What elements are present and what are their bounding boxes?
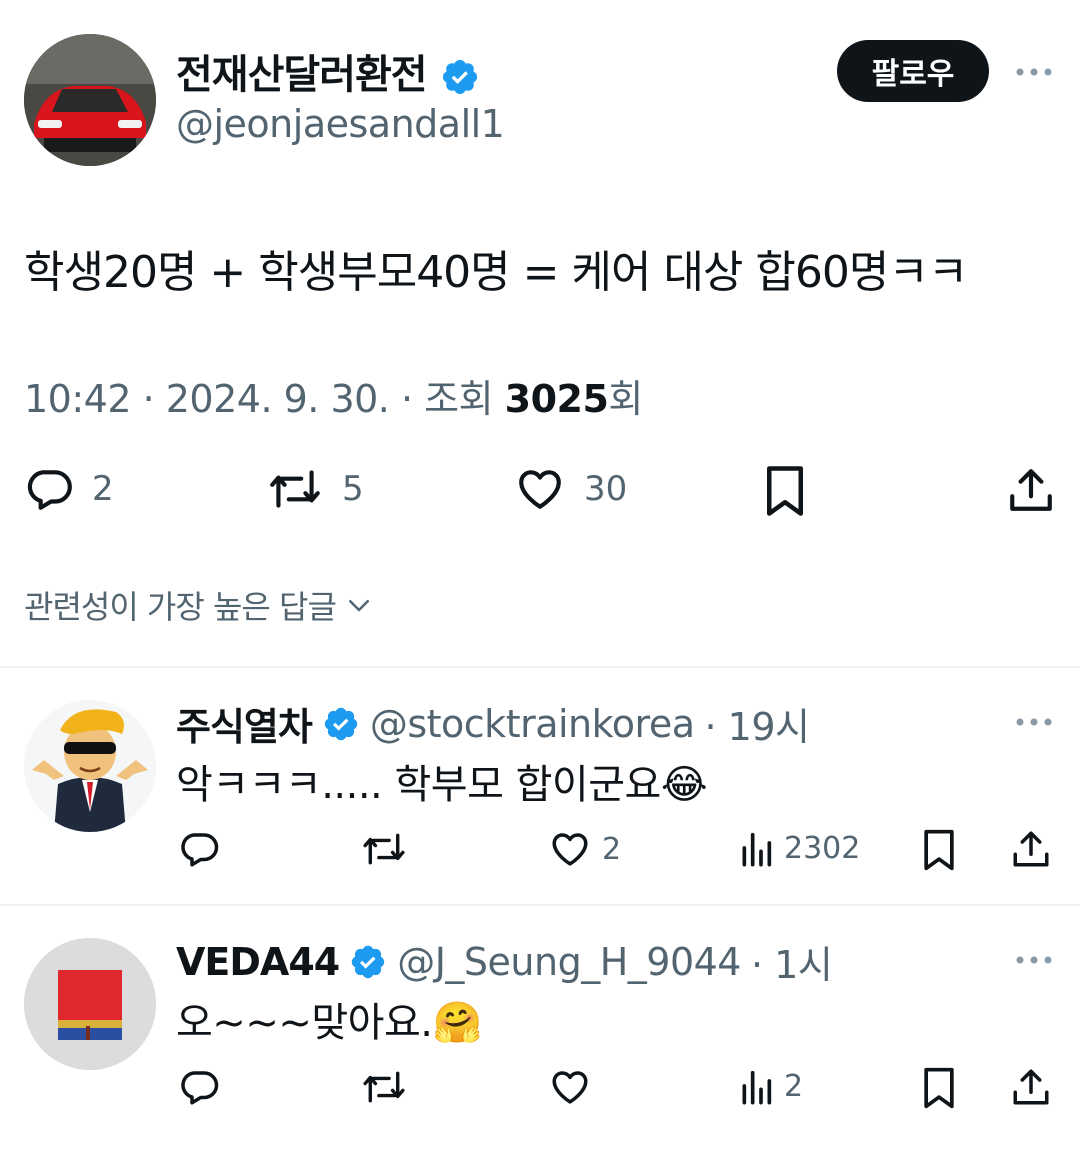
view-count: 3025 — [504, 377, 609, 421]
retweet-icon — [360, 828, 408, 870]
reply-header: 주식열차 @stocktrainkorea · 19시 — [176, 696, 810, 751]
author-name[interactable]: 전재산달러환전 — [176, 52, 428, 98]
retweet-action[interactable]: 5 — [266, 464, 364, 514]
reply-text: 악ㅋㅋㅋ..... 학부모 합이군요😂 — [176, 752, 708, 810]
like-count: 30 — [584, 469, 628, 509]
reply-reply-action[interactable] — [178, 828, 220, 870]
reply-time[interactable]: · 1시 — [751, 934, 833, 989]
chevron-down-icon — [344, 590, 374, 620]
reply-icon — [24, 464, 74, 514]
bookmark-icon[interactable] — [762, 464, 808, 518]
bookmark-icon[interactable] — [920, 828, 958, 872]
analytics-icon — [738, 828, 774, 868]
reply-time[interactable]: · 19시 — [705, 696, 810, 751]
reply-views-action[interactable]: 2 — [738, 1066, 803, 1106]
reply-more-icon[interactable] — [1012, 712, 1056, 732]
heart-icon — [548, 1066, 592, 1108]
reply-action[interactable]: 2 — [24, 464, 114, 514]
tweet-meta: 10:42 · 2024. 9. 30. · 조회 3025회 — [24, 368, 643, 423]
reply-reply-action[interactable] — [178, 1066, 220, 1108]
reply-icon — [178, 828, 220, 870]
view-suffix: 회 — [608, 377, 643, 421]
reply-view-count: 2 — [784, 1068, 804, 1104]
laughing-emoji-icon: 😂 — [660, 762, 708, 808]
verified-badge-icon — [440, 57, 480, 97]
verified-badge-icon — [349, 943, 387, 981]
retweet-icon — [266, 464, 324, 514]
reply-header: VEDA44 @J_Seung_H_9044 · 1시 — [176, 934, 833, 989]
reply-text: 오~~~맞아요.🤗 — [176, 990, 482, 1048]
reply-view-count: 2302 — [784, 830, 861, 866]
replies-sort-label: 관련성이 가장 높은 답글 — [24, 588, 337, 626]
reply-avatar[interactable] — [24, 938, 156, 1070]
reply-avatar[interactable] — [24, 700, 156, 832]
replies-sort-dropdown[interactable]: 관련성이 가장 높은 답글 — [24, 582, 374, 628]
reply-retweet-action[interactable] — [360, 828, 408, 870]
more-options-icon[interactable] — [1012, 58, 1056, 86]
reply-author-handle[interactable]: @stocktrainkorea — [370, 702, 695, 746]
reply-author-handle[interactable]: @J_Seung_H_9044 — [397, 940, 741, 984]
reply-like-action[interactable]: 2 — [548, 828, 621, 870]
author-handle[interactable]: @jeonjaesandall1 — [176, 102, 505, 146]
divider — [0, 904, 1080, 906]
tweet-text: 학생20명 + 학생부모40명 = 케어 대상 합60명ㅋㅋ — [24, 247, 968, 298]
reply-author-name[interactable]: VEDA44 — [176, 940, 340, 984]
author-avatar[interactable] — [24, 34, 156, 166]
analytics-icon — [738, 1066, 774, 1106]
reply-count: 2 — [92, 469, 114, 509]
author-name-row[interactable]: 전재산달러환전 — [176, 42, 480, 100]
reply-more-icon[interactable] — [1012, 950, 1056, 970]
retweet-icon — [360, 1066, 408, 1108]
like-action[interactable]: 30 — [514, 464, 627, 514]
reply-author-name[interactable]: 주식열차 — [176, 696, 313, 751]
hugging-emoji-icon: 🤗 — [432, 1000, 482, 1046]
reply-views-action[interactable]: 2302 — [738, 828, 860, 868]
reply-body: 오~~~맞아요. — [176, 1000, 433, 1046]
reply-retweet-action[interactable] — [360, 1066, 408, 1108]
reply-body: 악ㅋㅋㅋ..... 학부모 합이군요 — [176, 762, 661, 808]
share-icon[interactable] — [1006, 464, 1056, 516]
retweet-count: 5 — [342, 469, 364, 509]
reply-like-count: 2 — [602, 831, 622, 867]
share-icon[interactable] — [1010, 1066, 1052, 1108]
divider — [0, 666, 1080, 668]
reply-like-action[interactable] — [548, 1066, 602, 1108]
tweet-timestamp[interactable]: 10:42 · 2024. 9. 30. · 조회 — [24, 377, 505, 421]
follow-button[interactable]: 팔로우 — [837, 40, 989, 102]
share-icon[interactable] — [1010, 828, 1052, 870]
bookmark-icon[interactable] — [920, 1066, 958, 1110]
verified-badge-icon — [322, 705, 360, 743]
heart-icon — [514, 464, 566, 514]
heart-icon — [548, 828, 592, 870]
reply-icon — [178, 1066, 220, 1108]
